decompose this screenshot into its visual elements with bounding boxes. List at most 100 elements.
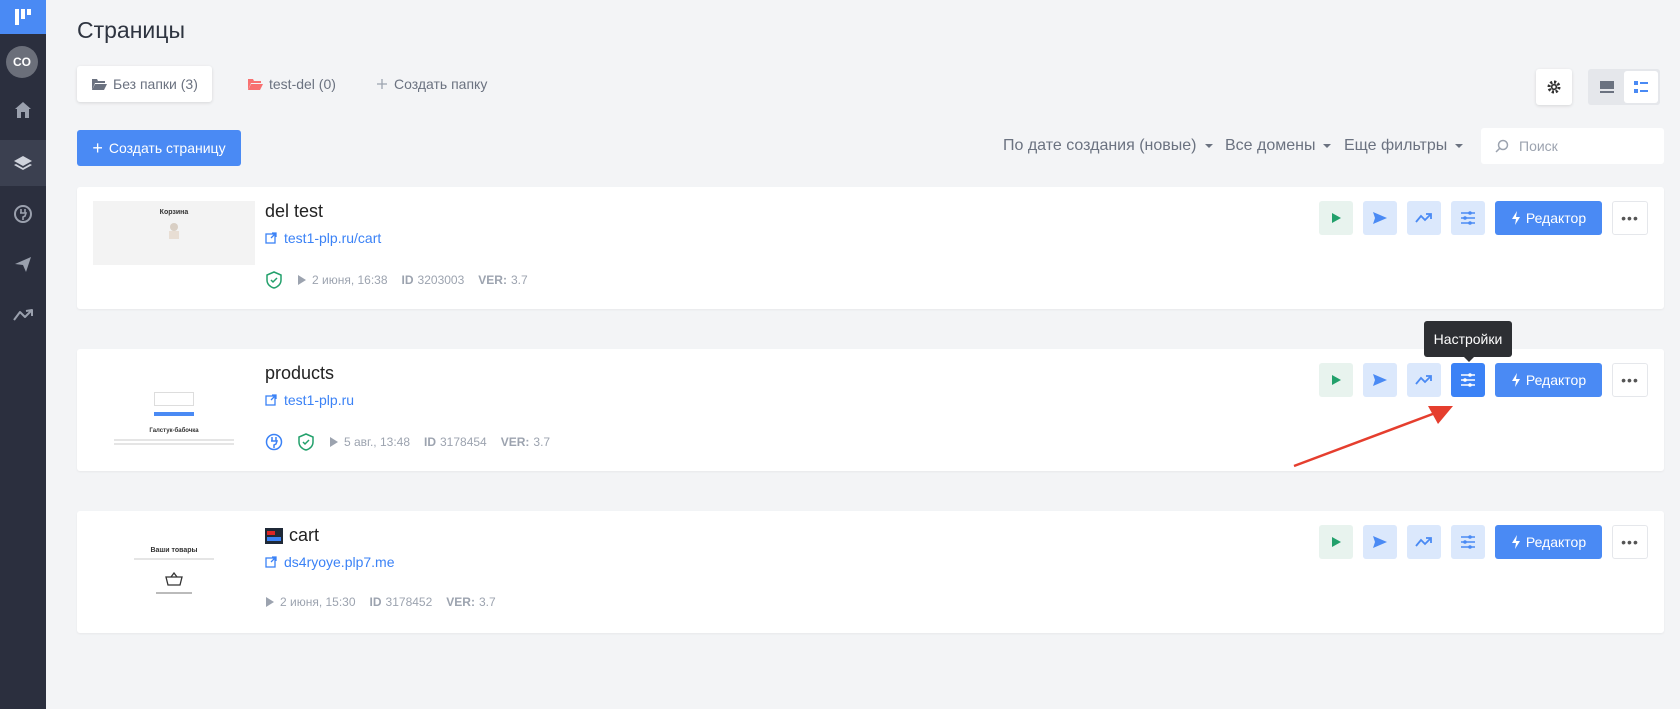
analytics-button[interactable]: [1407, 201, 1441, 235]
publish-button[interactable]: [1363, 525, 1397, 559]
preview-button[interactable]: [1319, 201, 1353, 235]
shield-check-icon[interactable]: [297, 433, 315, 451]
domains-dropdown[interactable]: Все домены: [1225, 137, 1332, 155]
folder-tab-no-folder[interactable]: Без папки (3): [77, 66, 212, 102]
play-icon: [266, 597, 274, 607]
page-date: 5 авг., 13:48: [329, 435, 410, 449]
page-date: 2 июня, 15:30: [265, 595, 356, 609]
external-link-icon: [265, 556, 277, 568]
search-box: [1481, 128, 1664, 164]
page-title-link[interactable]: products: [265, 363, 334, 384]
sidebar-item-pages[interactable]: [0, 140, 46, 186]
version-value: 3.7: [533, 435, 551, 449]
sidebar-item-analytics[interactable]: [0, 292, 46, 338]
page-id: ID 3203003: [402, 273, 465, 287]
preview-button[interactable]: [1319, 363, 1353, 397]
id-label: ID: [369, 595, 382, 609]
gear-icon: [1547, 80, 1561, 94]
sidebar-item-integrations[interactable]: [0, 191, 46, 237]
page-thumbnail[interactable]: Галстук-бабочка: [93, 363, 255, 457]
id-value: 3178454: [440, 435, 487, 449]
more-options-button[interactable]: •••: [1612, 201, 1648, 235]
page-settings-button[interactable]: [1536, 69, 1572, 105]
analytics-icon: [1415, 537, 1432, 547]
plus-icon: +: [92, 138, 103, 158]
create-page-button[interactable]: + Создать страницу: [77, 130, 241, 166]
editor-button[interactable]: Редактор: [1495, 363, 1602, 397]
page-url: ds4ryoye.plp7.me: [284, 554, 395, 570]
page-meta: 2 июня, 15:30 ID 3178452 VER: 3.7: [265, 595, 496, 609]
page-card: Ваши товары cart ds4ryoye.plp7.me 2 июня…: [77, 511, 1664, 633]
sidebar: CO: [0, 0, 46, 709]
page-date-text: 5 авг., 13:48: [344, 435, 410, 449]
settings-button[interactable]: [1451, 363, 1485, 397]
create-folder-button[interactable]: Создать папку: [362, 66, 501, 102]
id-label: ID: [424, 435, 436, 449]
page-thumbnail[interactable]: Корзина: [93, 201, 255, 265]
more-options-button[interactable]: •••: [1612, 525, 1648, 559]
send-icon: [1373, 536, 1387, 548]
lightning-icon: [1511, 535, 1520, 549]
more-filters-dropdown[interactable]: Еще фильтры: [1344, 137, 1464, 155]
page-url: test1-plp.ru/cart: [284, 230, 382, 246]
shield-check-icon[interactable]: [265, 271, 283, 289]
lightning-icon: [1511, 373, 1520, 387]
page-title-link[interactable]: del test: [265, 201, 323, 222]
page-thumbnail[interactable]: Ваши товары: [93, 525, 255, 619]
page-url: test1-plp.ru: [284, 392, 355, 408]
plugin-icon[interactable]: [265, 433, 283, 451]
thumbnail-heading: Корзина: [159, 209, 189, 216]
page-url-link[interactable]: test1-plp.ru/cart: [265, 230, 381, 246]
large-view-icon: [1600, 81, 1614, 93]
sort-dropdown[interactable]: По дате создания (новые): [1003, 137, 1213, 155]
play-icon: [1332, 213, 1341, 223]
editor-button[interactable]: Редактор: [1495, 201, 1602, 235]
page-url-link[interactable]: test1-plp.ru: [265, 392, 354, 408]
editor-label: Редактор: [1525, 210, 1587, 226]
play-icon: [1332, 537, 1341, 547]
more-options-button[interactable]: •••: [1612, 363, 1648, 397]
page-meta: 2 июня, 16:38 ID 3203003 VER: 3.7: [265, 271, 528, 289]
page-id: ID 3178452: [370, 595, 433, 609]
thumbnail-heading: Ваши товары: [150, 547, 198, 554]
publish-button[interactable]: [1363, 201, 1397, 235]
page-title-text: cart: [289, 525, 320, 545]
play-icon: [330, 437, 338, 447]
caret-down-icon: [1455, 144, 1464, 148]
avatar[interactable]: CO: [6, 46, 38, 78]
editor-label: Редактор: [1525, 534, 1587, 550]
editor-button[interactable]: Редактор: [1495, 525, 1602, 559]
page-url-link[interactable]: ds4ryoye.plp7.me: [265, 554, 395, 570]
folder-tab-label: test-del (0): [269, 76, 336, 92]
page-version: VER: 3.7: [501, 435, 550, 449]
folder-tab-test-del[interactable]: test-del (0): [233, 66, 350, 102]
basket-icon: [165, 572, 183, 586]
page-date-text: 2 июня, 15:30: [280, 595, 356, 609]
search-icon: [1495, 139, 1509, 153]
publish-button[interactable]: [1363, 363, 1397, 397]
play-icon: [1332, 375, 1341, 385]
view-list-button[interactable]: [1624, 71, 1658, 103]
search-input[interactable]: [1519, 138, 1649, 154]
view-large-button[interactable]: [1590, 71, 1624, 103]
settings-button[interactable]: [1451, 525, 1485, 559]
version-value: 3.7: [510, 273, 528, 287]
logo[interactable]: [0, 0, 46, 34]
caret-down-icon: [1323, 144, 1332, 148]
settings-button[interactable]: [1451, 201, 1485, 235]
sidebar-item-home[interactable]: [0, 87, 46, 133]
page-title: Страницы: [77, 17, 185, 43]
version-label: VER:: [478, 273, 507, 287]
page-title-link[interactable]: cart: [265, 525, 319, 546]
more-dots-icon: •••: [1621, 534, 1639, 550]
external-link-icon: [265, 394, 277, 406]
analytics-icon: [13, 309, 33, 321]
sliders-icon: [1461, 211, 1475, 225]
preview-button[interactable]: [1319, 525, 1353, 559]
lightning-icon: [1511, 211, 1520, 225]
analytics-button[interactable]: [1407, 363, 1441, 397]
layers-icon: [14, 156, 32, 170]
sidebar-item-send[interactable]: [0, 241, 46, 287]
analytics-button[interactable]: [1407, 525, 1441, 559]
page-date-text: 2 июня, 16:38: [312, 273, 388, 287]
